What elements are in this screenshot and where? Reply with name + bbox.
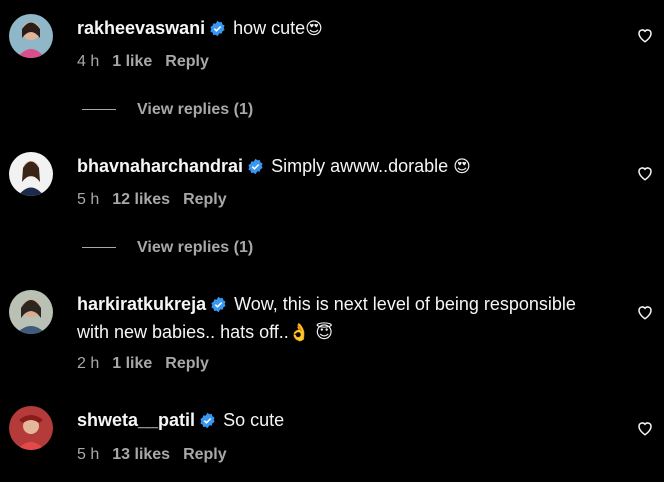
comment-username[interactable]: rakheevaswani (77, 18, 205, 38)
comment-likes[interactable]: 12 likes (112, 191, 170, 208)
reply-button[interactable]: Reply (165, 53, 209, 70)
comment-time: 5 h (77, 446, 100, 463)
comment-time: 4 h (77, 53, 100, 70)
heart-outline-icon[interactable] (636, 419, 654, 437)
heart-outline-icon[interactable] (636, 164, 654, 182)
avatar[interactable] (9, 152, 53, 196)
comment-username[interactable]: harkiratkukreja (77, 294, 206, 314)
comment-time: 5 h (77, 191, 100, 208)
reply-button[interactable]: Reply (183, 191, 227, 208)
comment-likes[interactable]: 13 likes (112, 446, 170, 463)
heart-outline-icon[interactable] (636, 303, 654, 321)
comment-text: So cute (223, 410, 285, 430)
avatar[interactable] (9, 14, 53, 58)
comment-emoji: 😍 (453, 157, 471, 177)
verified-badge-icon (209, 20, 226, 37)
comment-text-line1: Wow, this is next level of being respons… (234, 294, 576, 314)
comment-time: 2 h (77, 355, 100, 372)
comment-text: how cute (233, 18, 306, 38)
view-replies-label: View replies (1) (137, 101, 254, 118)
heart-outline-icon[interactable] (636, 26, 654, 44)
comment-emoji: 👌 😇 (288, 323, 334, 343)
view-replies-label: View replies (1) (137, 239, 254, 256)
comment-likes[interactable]: 1 like (112, 355, 152, 372)
comment-text: Simply awww..dorable (271, 156, 454, 176)
avatar[interactable] (9, 406, 53, 450)
view-replies-button[interactable]: View replies (1) (82, 101, 253, 119)
divider (82, 109, 116, 111)
verified-badge-icon (210, 296, 227, 313)
comment-emoji: 😍 (305, 19, 323, 39)
divider (82, 247, 116, 249)
reply-button[interactable]: Reply (165, 355, 209, 372)
avatar[interactable] (9, 290, 53, 334)
comment-username[interactable]: bhavnaharchandrai (77, 156, 243, 176)
comment-text-line2: with new babies.. hats off.. (77, 322, 289, 342)
verified-badge-icon (247, 158, 264, 175)
comment-username[interactable]: shweta__patil (77, 410, 195, 430)
comment-likes[interactable]: 1 like (112, 53, 152, 70)
reply-button[interactable]: Reply (183, 446, 227, 463)
verified-badge-icon (199, 412, 216, 429)
view-replies-button[interactable]: View replies (1) (82, 239, 253, 257)
